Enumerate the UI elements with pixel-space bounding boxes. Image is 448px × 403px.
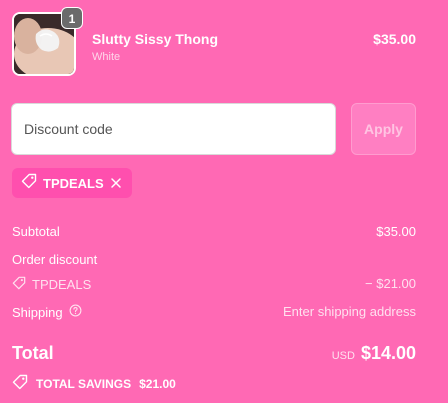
- total-value-group: USD $14.00: [332, 343, 416, 364]
- currency-code: USD: [331, 350, 355, 362]
- discount-code-field[interactable]: [11, 103, 336, 155]
- total-savings: TOTAL SAVINGS $21.00: [12, 374, 176, 393]
- total-label: Total: [12, 343, 54, 363]
- help-circle-icon[interactable]: [69, 304, 82, 320]
- shipping-label-group: Shipping: [12, 304, 82, 320]
- total-value: $14.00: [360, 343, 416, 363]
- cart-line-item: 1 Slutty Sissy Thong White $35.00: [12, 7, 416, 78]
- quantity-badge: 1: [61, 7, 83, 29]
- total-savings-value: $21.00: [139, 376, 176, 391]
- subtotal-label: Subtotal: [12, 224, 60, 239]
- discount-code-input[interactable]: [12, 104, 335, 154]
- tag-icon: [12, 276, 26, 293]
- total-savings-label: TOTAL SAVINGS: [36, 376, 132, 391]
- product-variant: White: [92, 51, 121, 63]
- shipping-value: Enter shipping address: [283, 304, 416, 319]
- product-price: $35.00: [373, 31, 416, 47]
- applied-discount-chip: TPDEALS: [12, 168, 132, 198]
- tag-icon: [21, 173, 37, 194]
- discount-code-label: TPDEALS: [32, 277, 92, 292]
- close-icon[interactable]: [110, 177, 122, 189]
- product-thumbnail-wrapper: 1: [12, 7, 83, 76]
- order-discount-label: Order discount: [12, 252, 98, 267]
- subtotal-value: $35.00: [376, 224, 416, 239]
- apply-discount-button[interactable]: Apply: [351, 103, 416, 155]
- discount-code-detail: TPDEALS: [12, 276, 91, 293]
- shipping-label: Shipping: [12, 304, 63, 320]
- product-name: Slutty Sissy Thong: [92, 31, 219, 47]
- discount-value: − $21.00: [365, 276, 416, 291]
- tag-icon: [12, 374, 28, 393]
- applied-discount-code: TPDEALS: [43, 175, 104, 191]
